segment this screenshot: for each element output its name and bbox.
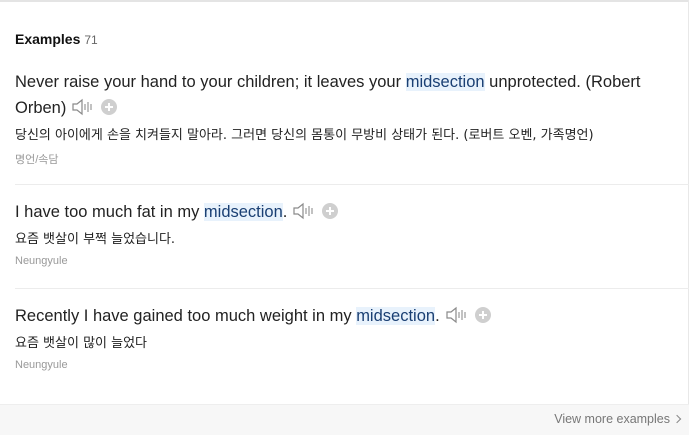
add-icon[interactable] (322, 203, 339, 219)
example-sentence: I have too much fat in my midsection. (15, 199, 675, 228)
top-border (0, 0, 689, 2)
example-translation: 요즘 뱃살이 부쩍 늘었습니다. (15, 232, 176, 247)
chevron-right-icon (672, 414, 682, 424)
examples-title: Examples (15, 31, 81, 47)
footer-bar: View more examples (0, 404, 689, 435)
example-translation: 요즘 뱃살이 많이 늘었다 (15, 336, 147, 351)
example-source: Neungyule (15, 359, 68, 371)
example-translation: 당신의 아이에게 손을 치켜들지 말아라. 그러면 당신의 몸통이 무방비 상태… (15, 128, 594, 143)
speaker-icon[interactable] (445, 306, 469, 332)
divider (15, 288, 689, 289)
highlighted-word[interactable]: midsection (405, 73, 485, 91)
example-sentence: Recently I have gained too much weight i… (15, 303, 675, 332)
example-sentence: Never raise your hand to your children; … (15, 69, 675, 124)
view-more-examples-link[interactable]: View more examples (554, 412, 682, 426)
examples-count: 71 (84, 33, 98, 47)
highlighted-word[interactable]: midsection (356, 307, 436, 325)
divider (15, 184, 689, 185)
add-icon[interactable] (474, 307, 491, 323)
add-icon[interactable] (101, 99, 118, 115)
example-item: Recently I have gained too much weight i… (15, 303, 675, 371)
example-item: Never raise your hand to your children; … (15, 69, 675, 167)
speaker-icon[interactable] (71, 98, 95, 124)
example-source: 명언/속담 (15, 154, 59, 166)
example-item: I have too much fat in my midsection. 요즘… (15, 199, 675, 267)
examples-header: Examples 71 (15, 31, 98, 47)
example-source: Neungyule (15, 255, 68, 267)
speaker-icon[interactable] (292, 202, 316, 228)
highlighted-word[interactable]: midsection (203, 203, 283, 221)
